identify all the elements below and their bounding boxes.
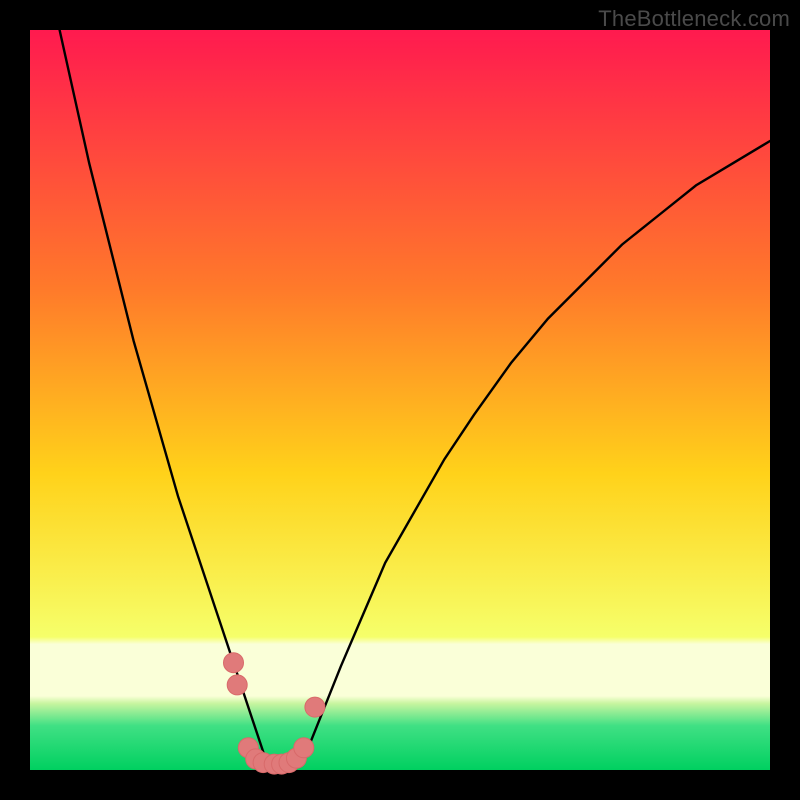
gradient-background (30, 30, 770, 770)
data-marker (224, 653, 244, 673)
watermark-text: TheBottleneck.com (598, 6, 790, 32)
data-marker (294, 738, 314, 758)
chart-frame: TheBottleneck.com (0, 0, 800, 800)
data-marker (227, 675, 247, 695)
chart-plot (30, 30, 770, 770)
data-marker (305, 697, 325, 717)
